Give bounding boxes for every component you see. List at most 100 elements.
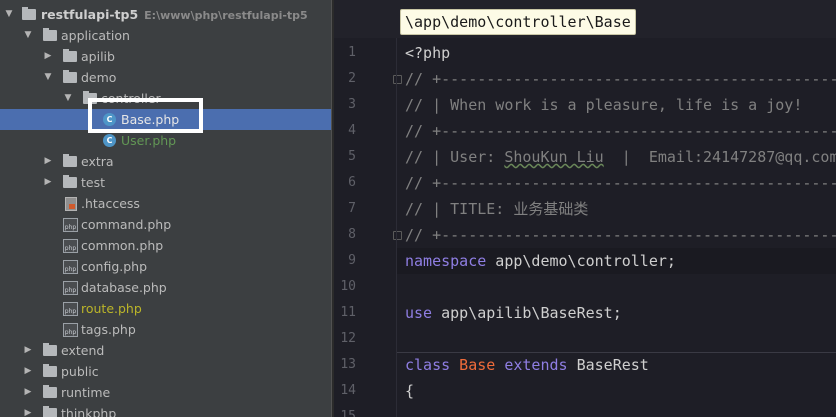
folder-icon <box>22 7 36 20</box>
tree-row-tags-php[interactable]: php tags.php <box>0 319 331 340</box>
tree-label: User.php <box>121 133 177 148</box>
line-number: 4 <box>348 123 356 138</box>
code-line-11: use app\apilib\BaseRest; <box>405 300 622 326</box>
php-file-icon: php <box>63 260 78 274</box>
chevron-down-icon[interactable]: ▼ <box>63 88 73 109</box>
chevron-right-icon[interactable]: ▶ <box>43 46 53 67</box>
code-editor[interactable]: \app\demo\controller\Base 1 2 3 4 5 6 7 … <box>334 0 836 417</box>
tree-row-runtime[interactable]: ▶ runtime <box>0 382 331 403</box>
tree-row-thinkphp[interactable]: ▶ thinkphp <box>0 403 331 417</box>
line-number: 13 <box>340 357 356 372</box>
tree-label: database.php <box>81 280 167 295</box>
tree-row-user-php[interactable]: C User.php <box>0 130 331 151</box>
chevron-down-icon[interactable]: ▼ <box>23 25 33 46</box>
php-file-icon: php <box>63 281 78 295</box>
class-name: Base <box>450 356 496 374</box>
tree-label: runtime <box>61 385 111 400</box>
fold-marker-icon[interactable] <box>393 231 402 240</box>
php-file-icon: php <box>63 302 78 316</box>
folder-icon <box>63 175 77 188</box>
tree-label: thinkphp <box>61 406 117 417</box>
comment-text: | Email:24147287@qq.com <box>603 148 836 166</box>
tree-row-test[interactable]: ▶ test <box>0 172 331 193</box>
tree-row-command-php[interactable]: php command.php <box>0 214 331 235</box>
line-number: 9 <box>348 253 356 268</box>
chevron-right-icon[interactable]: ▶ <box>23 403 33 417</box>
line-number: 7 <box>348 201 356 216</box>
tree-label: public <box>61 364 99 379</box>
tree-row-database-php[interactable]: php database.php <box>0 277 331 298</box>
tree-label: common.php <box>81 238 164 253</box>
line-number: 6 <box>348 175 356 190</box>
tree-row-common-php[interactable]: php common.php <box>0 235 331 256</box>
chevron-down-icon[interactable]: ▼ <box>43 67 53 88</box>
tree-row-extend[interactable]: ▶ extend <box>0 340 331 361</box>
line-number: 3 <box>348 97 356 112</box>
tree-row-apilib[interactable]: ▶ apilib <box>0 46 331 67</box>
tree-row-htaccess[interactable]: .htaccess <box>0 193 331 214</box>
keyword: extends <box>495 356 568 374</box>
folder-icon <box>63 70 77 83</box>
code-text: app\apilib\BaseRest; <box>432 304 622 322</box>
line-number: 1 <box>348 45 356 60</box>
chevron-right-icon[interactable]: ▶ <box>43 172 53 193</box>
tree-label: tags.php <box>81 322 136 337</box>
line-number: 14 <box>340 383 356 398</box>
code-text: BaseRest <box>567 356 649 374</box>
tree-label: extend <box>61 343 105 358</box>
line-number: 15 <box>340 409 356 417</box>
code-line-1: <?php <box>405 44 451 62</box>
breadcrumb[interactable]: \app\demo\controller\Base <box>400 9 636 35</box>
code-line-2: // +------------------------------------… <box>405 70 836 88</box>
tree-label: test <box>81 175 106 190</box>
comment-author: ShouKun Liu <box>504 148 604 166</box>
tree-row-route-php[interactable]: php route.php <box>0 298 331 319</box>
tree-label: application <box>61 28 130 43</box>
code-line-6: // +------------------------------------… <box>405 174 836 192</box>
line-number: 10 <box>340 279 356 294</box>
tree-label: command.php <box>81 217 172 232</box>
project-name: restfulapi-tp5 <box>41 7 139 22</box>
code-line-13: class Base extends BaseRest <box>405 352 649 378</box>
chevron-right-icon[interactable]: ▶ <box>23 361 33 382</box>
php-class-icon: C <box>103 134 116 147</box>
code-line-5: // | User: ShouKun Liu | Email:24147287@… <box>405 144 836 170</box>
tree-row-public[interactable]: ▶ public <box>0 361 331 382</box>
line-number: 2 <box>348 71 356 86</box>
tree-row-config-php[interactable]: php config.php <box>0 256 331 277</box>
htaccess-file-icon <box>65 197 77 211</box>
chevron-right-icon[interactable]: ▶ <box>23 382 33 403</box>
folder-icon <box>43 406 57 417</box>
line-number-gutter: 1 2 3 4 5 6 7 8 9 10 11 12 13 14 15 <box>334 38 402 417</box>
code-line-4: // +------------------------------------… <box>405 122 836 140</box>
folder-icon <box>43 364 57 377</box>
tree-label: config.php <box>81 259 148 274</box>
chevron-right-icon[interactable]: ▶ <box>43 151 53 172</box>
code-line-9: namespace app\demo\controller; <box>405 248 676 274</box>
code-line-14: { <box>405 382 415 400</box>
chevron-right-icon[interactable]: ▶ <box>23 340 33 361</box>
folder-icon <box>63 154 77 167</box>
breadcrumb-bar: \app\demo\controller\Base <box>334 0 836 38</box>
php-file-icon: php <box>63 239 78 253</box>
project-path: E:\www\php\restfulapi-tp5 <box>144 9 308 22</box>
code-text: app\demo\controller; <box>486 252 676 270</box>
line-number: 12 <box>340 331 356 346</box>
tree-row-extra[interactable]: ▶ extra <box>0 151 331 172</box>
keyword: class <box>405 356 451 374</box>
folder-icon <box>43 385 57 398</box>
fold-marker-icon[interactable] <box>393 75 402 84</box>
tree-label: demo <box>81 70 117 85</box>
php-file-icon: php <box>63 323 78 337</box>
tree-label: apilib <box>81 49 115 64</box>
tree-row-demo[interactable]: ▼ demo <box>0 67 331 88</box>
comment-text: // | User: <box>405 148 505 166</box>
gutter-divider <box>396 38 397 417</box>
tree-row-application[interactable]: ▼ application <box>0 25 331 46</box>
keyword: use <box>405 304 433 322</box>
line-number: 8 <box>348 227 356 242</box>
project-tree-panel: ▼ restfulapi-tp5 E:\www\php\restfulapi-tp… <box>0 0 331 417</box>
chevron-down-icon[interactable]: ▼ <box>4 4 14 25</box>
code-line-8: // +------------------------------------… <box>405 226 836 244</box>
tree-row-project-root[interactable]: ▼ restfulapi-tp5 E:\www\php\restfulapi-tp… <box>0 4 331 25</box>
